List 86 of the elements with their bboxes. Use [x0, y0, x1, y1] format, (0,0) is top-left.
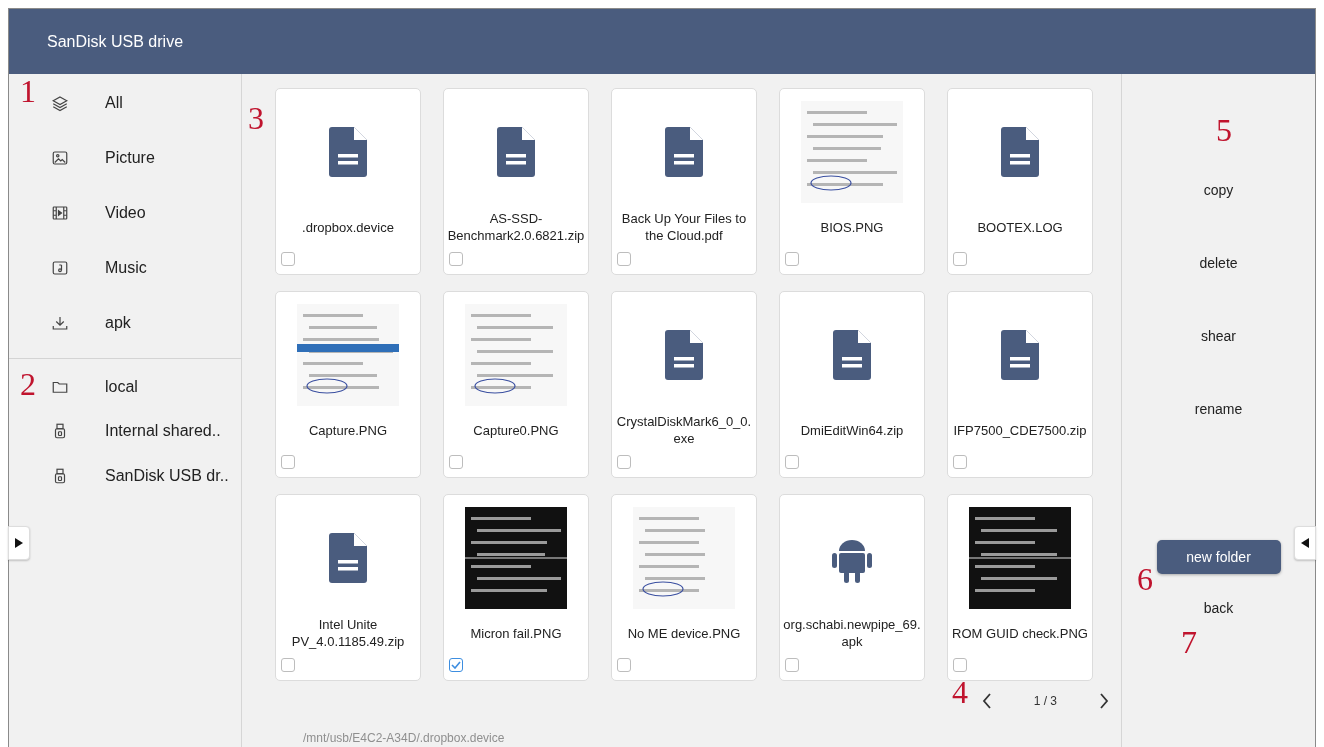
callout-number: 6 [1137, 563, 1153, 595]
image-icon [51, 148, 69, 167]
file-card[interactable]: Capture0.PNG [443, 291, 589, 478]
category-item[interactable]: Picture [51, 130, 241, 185]
expand-sidebar-button[interactable] [8, 526, 30, 560]
file-card[interactable]: No ME device.PNG [611, 494, 757, 681]
document-icon [833, 330, 871, 380]
action-button[interactable]: delete [1191, 255, 1246, 328]
action-button[interactable]: copy [1195, 182, 1242, 255]
action-button[interactable]: shear [1193, 328, 1244, 401]
checkbox[interactable] [785, 252, 799, 266]
file-card[interactable]: org.schabi.newpipe_69.apk [779, 494, 925, 681]
triangle-left-icon [1301, 538, 1309, 548]
category-item[interactable]: Video [51, 185, 241, 240]
location-item[interactable]: local [51, 366, 241, 408]
file-name: IFP7500_CDE7500.zip [952, 421, 1088, 440]
file-name: AS-SSD-Benchmark2.0.6821.zip [446, 210, 586, 245]
category-item[interactable]: apk [51, 295, 241, 350]
file-card[interactable]: ROM GUID check.PNG [947, 494, 1093, 681]
location-item[interactable]: Internal shared.. [51, 408, 241, 453]
checkbox[interactable] [953, 658, 967, 672]
checkbox[interactable] [281, 455, 295, 469]
back-button[interactable]: back [1195, 596, 1242, 620]
film-icon [51, 203, 69, 222]
checkbox[interactable] [785, 658, 799, 672]
file-name: Back Up Your Files to the Cloud.pdf [620, 210, 748, 245]
file-card[interactable]: Capture.PNG [275, 291, 421, 478]
checkbox[interactable] [617, 252, 631, 266]
callout-number: 3 [248, 102, 264, 134]
file-name: Capture0.PNG [472, 421, 560, 440]
file-name: BIOS.PNG [819, 218, 885, 237]
music-note-icon [51, 258, 69, 277]
callout-number: 2 [20, 368, 36, 400]
file-name: org.schabi.newpipe_69.apk [782, 616, 922, 651]
document-icon [329, 533, 367, 583]
file-name: ROM GUID check.PNG [951, 624, 1089, 643]
triangle-right-icon [15, 538, 23, 548]
checkbox[interactable] [449, 252, 463, 266]
document-icon [665, 330, 703, 380]
document-icon [497, 127, 535, 177]
checkbox[interactable] [617, 455, 631, 469]
file-name: Capture.PNG [307, 421, 388, 440]
checkbox[interactable] [449, 455, 463, 469]
file-name: DmiEditWin64.zip [799, 421, 905, 440]
file-card[interactable]: IFP7500_CDE7500.zip [947, 291, 1093, 478]
document-icon [1001, 127, 1039, 177]
file-card[interactable]: Back Up Your Files to the Cloud.pdf [611, 88, 757, 275]
file-card[interactable]: AS-SSD-Benchmark2.0.6821.zip [443, 88, 589, 275]
file-card[interactable]: CrystalDiskMark6_0_0.exe [611, 291, 757, 478]
file-name: Intel Unite PV_4.0.1185.49.zip [290, 616, 406, 651]
file-name: .dropbox.device [301, 218, 395, 237]
file-card[interactable]: BOOTEX.LOG [947, 88, 1093, 275]
checkbox[interactable] [617, 658, 631, 672]
document-icon [1001, 330, 1039, 380]
document-icon [665, 127, 703, 177]
file-name: CrystalDiskMark6_0_0.exe [615, 413, 753, 448]
callout-number: 7 [1181, 626, 1197, 658]
file-name: No ME device.PNG [626, 624, 742, 643]
checkmark-icon [451, 661, 461, 669]
chevron-right-icon [1099, 693, 1109, 709]
checkbox[interactable] [953, 455, 967, 469]
checkbox[interactable] [281, 252, 295, 266]
file-card[interactable]: .dropbox.device [275, 88, 421, 275]
file-card[interactable]: Micron fail.PNG [443, 494, 589, 681]
page-indicator: 1 / 3 [1033, 694, 1057, 708]
file-card[interactable]: Intel Unite PV_4.0.1185.49.zip [275, 494, 421, 681]
expand-panel-button[interactable] [1294, 526, 1316, 560]
chevron-left-icon [981, 693, 992, 709]
new-folder-button[interactable]: new folder [1156, 540, 1281, 574]
action-button[interactable]: rename [1186, 401, 1251, 474]
category-item[interactable]: All [51, 75, 241, 130]
checkbox[interactable] [449, 658, 463, 672]
file-card[interactable]: BIOS.PNG [779, 88, 925, 275]
file-card[interactable]: DmiEditWin64.zip [779, 291, 925, 478]
checkbox[interactable] [281, 658, 295, 672]
checkbox[interactable] [953, 252, 967, 266]
callout-number: 5 [1216, 114, 1232, 146]
window-title: SanDisk USB drive [47, 32, 184, 51]
checkbox[interactable] [785, 455, 799, 469]
document-icon [329, 127, 367, 177]
file-name: BOOTEX.LOG [976, 218, 1064, 237]
callout-number: 1 [20, 75, 36, 107]
category-item[interactable]: Music [51, 240, 241, 295]
location-item[interactable]: SanDisk USB dr.. [51, 453, 241, 498]
file-path: /mnt/usb/E4C2-A34D/.dropbox.device [302, 731, 506, 745]
file-name: Micron fail.PNG [469, 624, 563, 643]
